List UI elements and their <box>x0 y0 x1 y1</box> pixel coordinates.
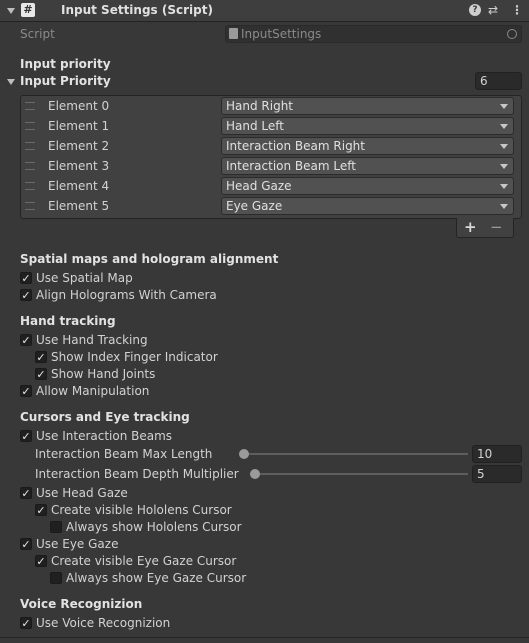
script-object-field[interactable]: InputSettings <box>225 25 522 43</box>
always-eye-gaze-cursor-label: Always show Eye Gaze Cursor <box>66 571 247 585</box>
show-hand-joints-checkbox[interactable]: ✓ <box>35 368 47 380</box>
use-spatial-map-label: Use Spatial Map <box>36 271 133 285</box>
hand-tracking-section-title: Hand tracking <box>20 314 116 328</box>
chevron-down-icon <box>500 144 508 149</box>
chevron-down-icon <box>500 184 508 189</box>
element-3-label: Element 3 <box>48 159 110 173</box>
use-eye-gaze-label: Use Eye Gaze <box>36 537 119 551</box>
beam-max-length-slider-knob[interactable] <box>239 449 249 459</box>
drag-handle-icon[interactable] <box>25 122 35 130</box>
create-eye-gaze-cursor-checkbox[interactable]: ✓ <box>35 555 47 567</box>
more-menu-icon[interactable]: ⋮ <box>511 3 523 17</box>
beam-depth-multiplier-slider-track[interactable] <box>250 473 468 475</box>
element-4-label: Element 4 <box>48 179 110 193</box>
element-3-value: Interaction Beam Left <box>226 159 356 173</box>
presets-icon[interactable]: ⇄ <box>488 3 498 17</box>
element-2-dropdown[interactable]: Interaction Beam Right <box>221 137 514 155</box>
bottom-divider <box>0 637 529 638</box>
script-file-icon <box>229 28 238 39</box>
element-5-dropdown[interactable]: Eye Gaze <box>221 197 514 215</box>
input-priority-foldout-icon[interactable] <box>7 79 15 85</box>
create-hololens-cursor-checkbox[interactable]: ✓ <box>35 504 47 516</box>
allow-manipulation-checkbox[interactable]: ✓ <box>20 385 32 397</box>
allow-manipulation-label: Allow Manipulation <box>36 384 150 398</box>
element-2-value: Interaction Beam Right <box>226 139 365 153</box>
add-element-button[interactable]: + <box>464 218 477 236</box>
use-spatial-map-checkbox[interactable]: ✓ <box>20 272 32 284</box>
element-1-label: Element 1 <box>48 119 110 133</box>
element-1-dropdown[interactable]: Hand Left <box>221 117 514 135</box>
script-value: InputSettings <box>241 27 322 41</box>
show-index-finger-label: Show Index Finger Indicator <box>51 350 218 364</box>
script-hash-icon: # <box>21 3 35 17</box>
chevron-down-icon <box>500 164 508 169</box>
element-3-dropdown[interactable]: Interaction Beam Left <box>221 157 514 175</box>
input-priority-size-field[interactable]: 6 <box>475 72 522 90</box>
script-label: Script <box>20 27 55 41</box>
use-hand-tracking-label: Use Hand Tracking <box>36 333 148 347</box>
drag-handle-icon[interactable] <box>25 162 35 170</box>
use-hand-tracking-checkbox[interactable]: ✓ <box>20 334 32 346</box>
create-eye-gaze-cursor-label: Create visible Eye Gaze Cursor <box>51 554 237 568</box>
use-head-gaze-label: Use Head Gaze <box>36 486 128 500</box>
use-eye-gaze-checkbox[interactable]: ✓ <box>20 538 32 550</box>
align-holograms-checkbox[interactable]: ✓ <box>20 289 32 301</box>
element-0-dropdown[interactable]: Hand Right <box>221 97 514 115</box>
use-head-gaze-checkbox[interactable]: ✓ <box>20 487 32 499</box>
spatial-section-title: Spatial maps and hologram alignment <box>20 252 279 266</box>
drag-handle-icon[interactable] <box>25 182 35 190</box>
use-voice-checkbox[interactable]: ✓ <box>20 617 32 629</box>
beam-depth-multiplier-field[interactable]: 5 <box>472 465 522 483</box>
chevron-down-icon <box>500 204 508 209</box>
chevron-down-icon <box>500 104 508 109</box>
beam-depth-multiplier-slider-knob[interactable] <box>250 469 260 479</box>
element-1-value: Hand Left <box>226 119 284 133</box>
show-index-finger-checkbox[interactable]: ✓ <box>35 351 47 363</box>
voice-section-title: Voice Recognizion <box>20 597 143 611</box>
drag-handle-icon[interactable] <box>25 202 35 210</box>
create-hololens-cursor-label: Create visible Hololens Cursor <box>51 503 232 517</box>
element-0-value: Hand Right <box>226 99 294 113</box>
drag-handle-icon[interactable] <box>25 102 35 110</box>
use-interaction-beams-checkbox[interactable]: ✓ <box>20 430 32 442</box>
cursors-section-title: Cursors and Eye tracking <box>20 410 190 424</box>
input-priority-label[interactable]: Input Priority <box>20 74 111 88</box>
always-eye-gaze-cursor-checkbox[interactable] <box>50 572 62 584</box>
always-hololens-cursor-checkbox[interactable] <box>50 521 62 533</box>
element-4-value: Head Gaze <box>226 179 292 193</box>
element-0-label: Element 0 <box>48 99 110 113</box>
header-foldout-icon[interactable] <box>7 8 15 14</box>
element-4-dropdown[interactable]: Head Gaze <box>221 177 514 195</box>
help-icon[interactable]: ? <box>469 4 481 16</box>
use-interaction-beams-label: Use Interaction Beams <box>36 429 173 443</box>
align-holograms-label: Align Holograms With Camera <box>36 288 217 302</box>
drag-handle-icon[interactable] <box>25 142 35 150</box>
show-hand-joints-label: Show Hand Joints <box>51 367 156 381</box>
beam-max-length-slider-track[interactable] <box>239 453 468 455</box>
beam-max-length-label: Interaction Beam Max Length <box>35 447 213 461</box>
beam-max-length-field[interactable]: 10 <box>472 445 522 463</box>
element-5-label: Element 5 <box>48 199 110 213</box>
chevron-down-icon <box>500 124 508 129</box>
remove-element-button[interactable]: − <box>490 218 503 236</box>
component-title: Input Settings (Script) <box>61 3 213 17</box>
input-priority-section-title: Input priority <box>20 57 111 71</box>
beam-depth-multiplier-label: Interaction Beam Depth Multiplier <box>35 467 239 481</box>
always-hololens-cursor-label: Always show Hololens Cursor <box>66 520 242 534</box>
element-2-label: Element 2 <box>48 139 110 153</box>
element-5-value: Eye Gaze <box>226 199 283 213</box>
use-voice-label: Use Voice Recognizion <box>36 616 171 630</box>
object-picker-icon[interactable] <box>507 29 517 39</box>
